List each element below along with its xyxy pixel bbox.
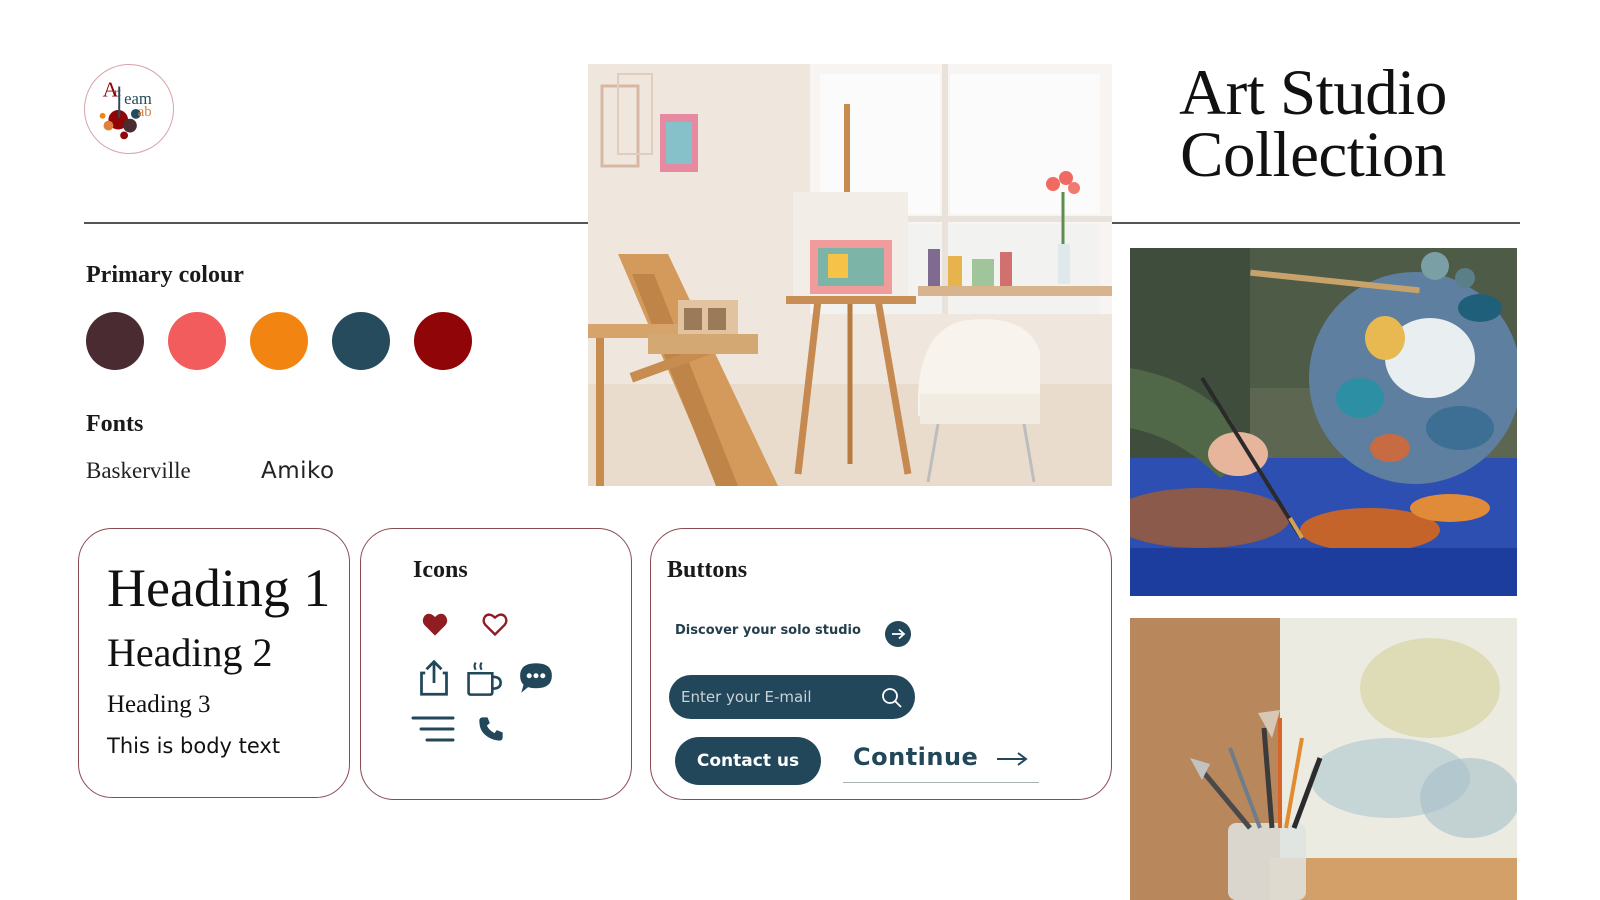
arrow-right-icon [892, 628, 906, 640]
font-sample-sans: Amiko [261, 458, 335, 484]
continue-label: Continue [853, 743, 979, 771]
contact-us-button[interactable]: Contact us [675, 737, 821, 785]
buttons-card: Buttons Discover your solo studio Contac… [650, 528, 1112, 800]
brand-logo: A rt eam ab [84, 64, 174, 154]
icons-card: Icons [360, 528, 632, 800]
typography-card: Heading 1 Heading 2 Heading 3 This is bo… [78, 528, 350, 798]
svg-text:ab: ab [138, 104, 152, 120]
discover-studio-link[interactable]: Discover your solo studio [675, 623, 861, 638]
search-icon[interactable] [881, 687, 903, 709]
heart-filled-icon[interactable] [421, 611, 449, 637]
arrow-right-icon [995, 749, 1029, 769]
discover-arrow-button[interactable] [885, 621, 911, 647]
page-title-line-1: Art Studio [1179, 57, 1447, 129]
coffee-cup-icon[interactable] [465, 659, 503, 697]
colour-swatch [414, 312, 472, 370]
heading-2-sample: Heading 2 [107, 630, 273, 675]
page-title: Art Studio Collection [1148, 57, 1478, 191]
fonts-heading: Fonts [86, 411, 144, 437]
continue-button[interactable]: Continue [843, 735, 1039, 783]
phone-icon[interactable] [477, 715, 505, 743]
primary-colour-heading: Primary colour [86, 262, 244, 288]
header-divider-left [84, 222, 588, 224]
painter-palette-photo [1130, 248, 1517, 596]
font-sample-serif: Baskerville [86, 458, 191, 483]
share-icon[interactable] [419, 659, 449, 697]
page-title-line-2: Collection [1180, 119, 1446, 191]
buttons-card-title: Buttons [667, 557, 748, 583]
heart-outline-icon[interactable] [481, 611, 509, 637]
brushes-jar-photo [1130, 618, 1517, 900]
colour-swatches [86, 312, 472, 370]
colour-swatch [168, 312, 226, 370]
heading-3-sample: Heading 3 [107, 691, 211, 718]
header-divider-right [1110, 222, 1520, 224]
heading-1-sample: Heading 1 [107, 558, 331, 618]
menu-icon[interactable] [411, 715, 455, 743]
chat-bubble-icon[interactable] [517, 661, 555, 695]
body-text-sample: This is body text [107, 734, 281, 758]
colour-swatch [86, 312, 144, 370]
email-input[interactable] [669, 675, 915, 719]
colour-swatch [332, 312, 390, 370]
studio-photo [588, 64, 1112, 486]
colour-swatch [250, 312, 308, 370]
icons-card-title: Icons [413, 557, 468, 583]
